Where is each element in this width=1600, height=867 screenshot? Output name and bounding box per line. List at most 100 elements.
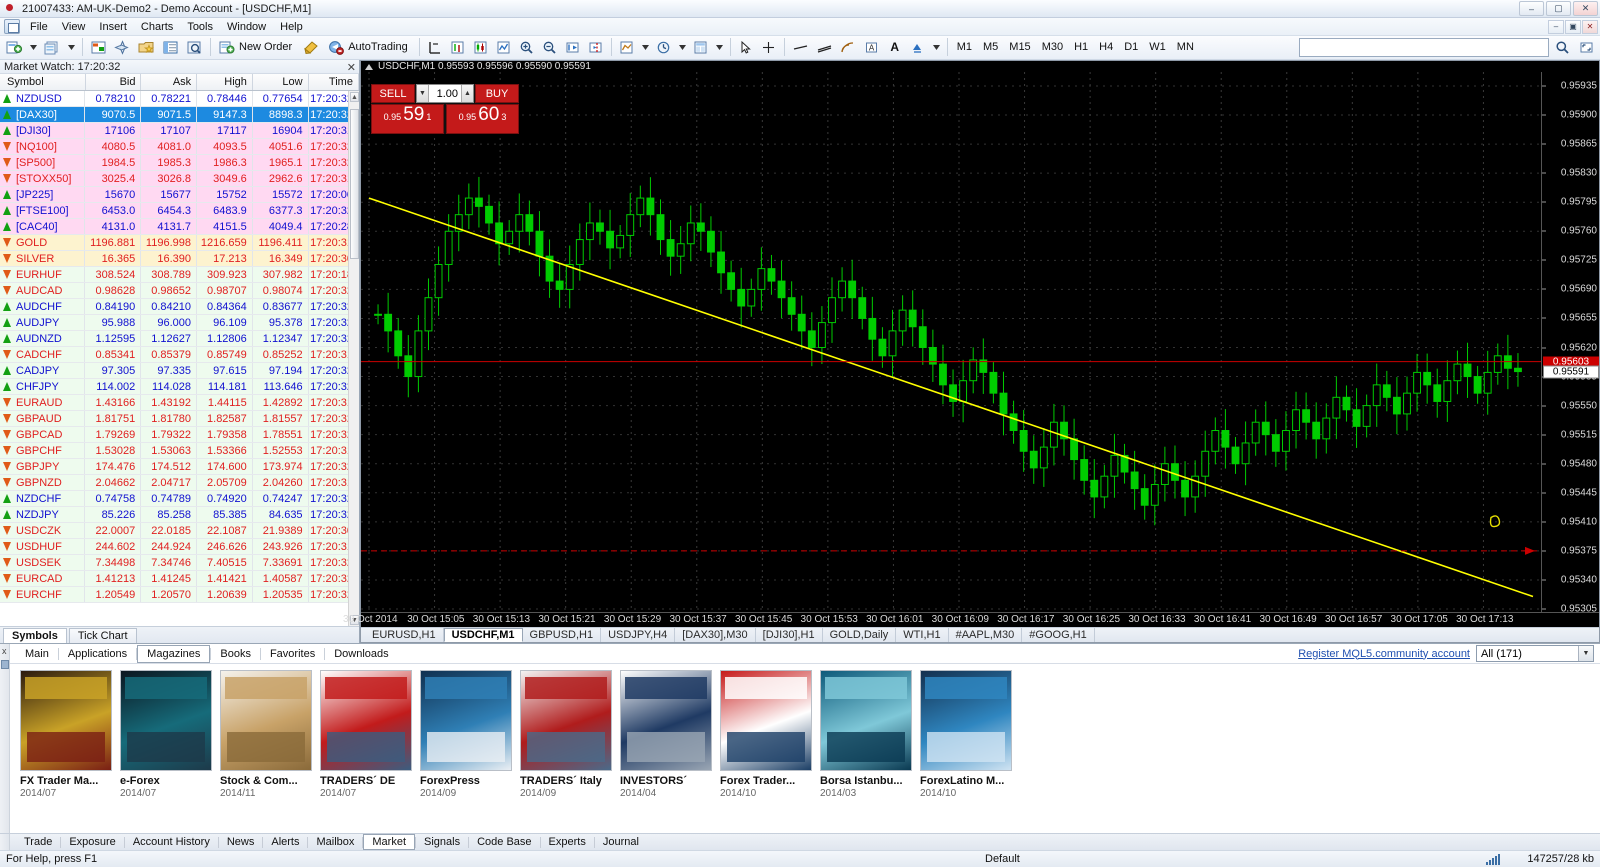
templates-dropdown-icon[interactable] <box>713 36 726 58</box>
magazine-card[interactable]: INVESTORS´ 2014/04 <box>620 670 720 833</box>
text-label-icon[interactable]: A <box>884 36 906 58</box>
table-row[interactable]: NZDCHF 0.74758 0.74789 0.74920 0.74247 17:20:… <box>0 491 359 507</box>
terminal-tab-account-history[interactable]: Account History <box>125 835 218 849</box>
market-watch-close-icon[interactable]: ✕ <box>347 61 356 74</box>
chart-tab-aapl-m30[interactable]: #AAPL,M30 <box>949 628 1023 642</box>
market-watch-icon[interactable] <box>87 36 110 58</box>
table-row[interactable]: GBPJPY 174.476 174.512 174.600 173.974 17:20:… <box>0 459 359 475</box>
profiles-dropdown-icon[interactable] <box>65 36 78 58</box>
magazine-card[interactable]: Stock & Com... 2014/11 <box>220 670 320 833</box>
autotrading-button[interactable]: AutoTrading <box>324 36 415 58</box>
table-row[interactable]: GBPCAD 1.79269 1.79322 1.79358 1.78551 17:20:… <box>0 427 359 443</box>
table-row[interactable]: [NQ100] 4080.5 4081.0 4093.5 4051.6 17:20:32 <box>0 139 359 155</box>
terminal-tab-mailbox[interactable]: Mailbox <box>308 835 362 849</box>
market-tab-books[interactable]: Books <box>211 646 260 662</box>
fullscreen-icon[interactable] <box>1575 36 1597 58</box>
line-chart-icon[interactable] <box>493 36 515 58</box>
table-row[interactable]: [JP225] 15670 15677 15752 15572 17:20:00 <box>0 187 359 203</box>
magazine-card[interactable]: Borsa Istanbu... 2014/03 <box>820 670 920 833</box>
volume-value[interactable]: 1.00 <box>429 88 461 100</box>
timeframe-h4[interactable]: H4 <box>1094 38 1118 57</box>
chart-tab-goog-h1[interactable]: #GOOG,H1 <box>1022 628 1095 642</box>
volume-stepper[interactable]: ▼ 1.00 ▲ <box>416 84 474 103</box>
zoom-out-icon[interactable] <box>539 36 561 58</box>
table-row[interactable]: GOLD 1196.881 1196.998 1216.659 1196.411 17:2… <box>0 235 359 251</box>
crosshair-icon[interactable] <box>424 36 446 58</box>
market-tab-downloads[interactable]: Downloads <box>325 646 397 662</box>
timeframe-m5[interactable]: M5 <box>978 38 1003 57</box>
price-scale[interactable]: 0.95935 0.95900 0.95865 0.95830 0.95795 0.957… <box>1541 72 1599 612</box>
column-header-symbol[interactable]: Symbol <box>0 74 86 90</box>
close-button[interactable]: ✕ <box>1573 1 1598 16</box>
magazine-card[interactable]: ForexPress 2014/09 <box>420 670 520 833</box>
mdi-restore-button[interactable]: ▣ <box>1565 19 1581 34</box>
chart-tab-wti-h1[interactable]: WTI,H1 <box>896 628 949 642</box>
new-chart-dropdown-icon[interactable] <box>27 36 40 58</box>
zoom-in-icon[interactable] <box>516 36 538 58</box>
tab-symbols[interactable]: Symbols <box>3 628 67 643</box>
column-header-high[interactable]: High <box>197 74 253 90</box>
menu-item-charts[interactable]: Charts <box>134 20 180 34</box>
magazine-card[interactable]: TRADERS´ Italy 2014/09 <box>520 670 620 833</box>
table-row[interactable]: [STOXX50] 3025.4 3026.8 3049.6 2962.6 17:20:3… <box>0 171 359 187</box>
table-row[interactable]: NZDUSD 0.78210 0.78221 0.78446 0.77654 17:20:… <box>0 91 359 107</box>
timeframes-icon[interactable] <box>653 36 675 58</box>
tab-tick-chart[interactable]: Tick Chart <box>68 628 137 643</box>
chart-tab-dax30-m30[interactable]: [DAX30],M30 <box>675 628 756 642</box>
table-row[interactable]: CADCHF 0.85341 0.85379 0.85749 0.85252 17:20:… <box>0 347 359 363</box>
table-row[interactable]: USDCZK 22.0007 22.0185 22.1087 21.9389 17:20:… <box>0 523 359 539</box>
search-icon[interactable] <box>1551 36 1573 58</box>
table-row[interactable]: GBPNZD 2.04662 2.04717 2.05709 2.04260 17:20:… <box>0 475 359 491</box>
table-row[interactable]: SILVER 16.365 16.390 17.213 16.349 17:20:30 <box>0 251 359 267</box>
market-tab-applications[interactable]: Applications <box>59 646 136 662</box>
market-panel-handle[interactable] <box>1 660 9 669</box>
navigator-icon[interactable] <box>111 36 134 58</box>
table-row[interactable]: [DJI30] 17106 17107 17117 16904 17:20:31 <box>0 123 359 139</box>
timeframe-m1[interactable]: M1 <box>952 38 977 57</box>
indicators-dropdown-icon[interactable] <box>639 36 652 58</box>
timeframes-dropdown-icon[interactable] <box>676 36 689 58</box>
terminal-tab-trade[interactable]: Trade <box>16 835 60 849</box>
timeframe-h1[interactable]: H1 <box>1069 38 1093 57</box>
fibonacci-tool-icon[interactable] <box>837 36 860 58</box>
sell-price-button[interactable]: 0.95 59 1 <box>371 104 444 134</box>
maximize-button[interactable]: ▢ <box>1546 1 1571 16</box>
table-row[interactable]: USDHUF 244.602 244.924 246.626 243.926 17:20:… <box>0 539 359 555</box>
magazine-card[interactable]: ForexLatino M... 2014/10 <box>920 670 1020 833</box>
timeframe-d1[interactable]: D1 <box>1119 38 1143 57</box>
menu-item-insert[interactable]: Insert <box>92 20 134 34</box>
chart-tab-dji30-h1[interactable]: [DJI30],H1 <box>756 628 823 642</box>
market-watch-rows[interactable]: NZDUSD 0.78210 0.78221 0.78446 0.77654 17:20:… <box>0 91 359 626</box>
terminal-tab-signals[interactable]: Signals <box>416 835 468 849</box>
table-row[interactable]: EURCHF 1.20549 1.20570 1.20639 1.20535 17:20:… <box>0 587 359 603</box>
table-row[interactable]: USDSEK 7.34498 7.34746 7.40515 7.33691 17:20:… <box>0 555 359 571</box>
chart-restore-icon[interactable] <box>365 63 373 70</box>
magazine-card[interactable]: Forex Trader... 2014/10 <box>720 670 820 833</box>
terminal-tab-journal[interactable]: Journal <box>595 835 647 849</box>
market-tab-magazines[interactable]: Magazines <box>137 644 211 663</box>
mdi-minimize-button[interactable]: – <box>1548 19 1564 34</box>
candlestick-chart-icon[interactable] <box>470 36 492 58</box>
scroll-up-arrow-icon[interactable]: ▲ <box>350 92 359 102</box>
terminal-tab-news[interactable]: News <box>219 835 263 849</box>
table-row[interactable]: AUDNZD 1.12595 1.12627 1.12806 1.12347 17:20:… <box>0 331 359 347</box>
magazine-card[interactable]: TRADERS´ DE 2014/07 <box>320 670 420 833</box>
chart-plot-area[interactable]: SELL ▼ 1.00 ▲ BUY 0.95 59 1 0.95 60 3 0.… <box>361 72 1599 612</box>
arrows-tool-icon[interactable] <box>907 36 929 58</box>
column-header-time[interactable]: Time <box>309 74 359 90</box>
minimize-button[interactable]: – <box>1519 1 1544 16</box>
chart-shift-icon[interactable] <box>585 36 607 58</box>
column-header-bid[interactable]: Bid <box>86 74 142 90</box>
table-row[interactable]: EURCAD 1.41213 1.41245 1.41421 1.40587 17:20:… <box>0 571 359 587</box>
column-header-low[interactable]: Low <box>253 74 309 90</box>
metaeditor-icon[interactable] <box>300 36 323 58</box>
table-row[interactable]: [DAX30] 9070.5 9071.5 9147.3 8898.3 17:20:32 <box>0 107 359 123</box>
market-watch-scrollbar[interactable]: ▲ ▼ <box>348 91 359 626</box>
buy-button[interactable]: BUY <box>475 84 519 103</box>
table-row[interactable]: AUDCAD 0.98628 0.98652 0.98707 0.98074 17:20:… <box>0 283 359 299</box>
arrows-dropdown-icon[interactable] <box>930 36 943 58</box>
volume-decrease-icon[interactable]: ▼ <box>417 85 429 102</box>
favorites-icon[interactable] <box>135 36 158 58</box>
timeframe-m30[interactable]: M30 <box>1037 38 1068 57</box>
buy-price-button[interactable]: 0.95 60 3 <box>446 104 519 134</box>
